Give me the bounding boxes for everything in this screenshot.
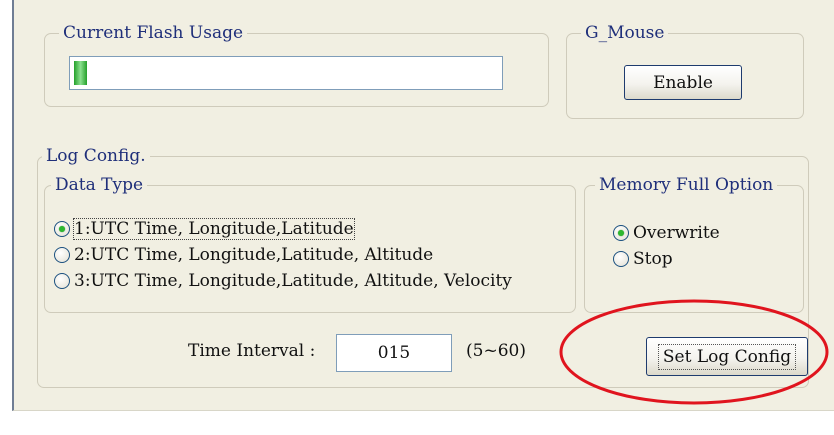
data-type-group: Data Type 1:UTC Time, Longitude,Latitude… [44, 172, 576, 313]
data-type-radio-3[interactable] [54, 273, 70, 289]
memory-option-stop[interactable]: Stop [613, 249, 673, 269]
data-type-option-1[interactable]: 1:UTC Time, Longitude,Latitude [54, 218, 355, 240]
enable-button[interactable]: Enable [624, 65, 742, 100]
flash-usage-title: Current Flash Usage [59, 20, 248, 46]
data-type-radio-1[interactable] [54, 221, 70, 237]
flash-usage-progress-fill [74, 61, 87, 85]
data-type-option-1-label: 1:UTC Time, Longitude,Latitude [73, 218, 355, 240]
data-type-option-3[interactable]: 3:UTC Time, Longitude,Latitude, Altitude… [54, 271, 512, 291]
data-type-title: Data Type [51, 172, 148, 198]
memory-full-title: Memory Full Option [595, 172, 778, 198]
data-type-option-2-label: 2:UTC Time, Longitude,Latitude, Altitude [74, 245, 434, 265]
g-mouse-title: G_Mouse [581, 20, 669, 46]
data-type-option-2[interactable]: 2:UTC Time, Longitude,Latitude, Altitude [54, 245, 433, 265]
flash-usage-progress-bar [69, 56, 503, 90]
memory-option-overwrite[interactable]: Overwrite [613, 223, 720, 243]
time-interval-input[interactable] [336, 334, 452, 372]
enable-button-label: Enable [653, 72, 713, 93]
set-log-config-button[interactable]: Set Log Config [646, 337, 808, 376]
g-mouse-group: G_Mouse Enable [566, 20, 804, 119]
memory-option-stop-label: Stop [633, 249, 673, 269]
time-interval-range: (5~60) [466, 341, 526, 361]
data-type-radio-2[interactable] [54, 247, 70, 263]
memory-option-overwrite-label: Overwrite [633, 223, 720, 243]
time-interval-label: Time Interval : [188, 341, 316, 361]
log-config-title: Log Config. [42, 143, 150, 169]
data-type-option-3-label: 3:UTC Time, Longitude,Latitude, Altitude… [74, 271, 512, 291]
log-config-group: Log Config. Data Type 1:UTC Time, Longit… [37, 143, 809, 388]
memory-full-group: Memory Full Option Overwrite Stop [584, 172, 804, 313]
memory-radio-stop[interactable] [613, 251, 629, 267]
flash-usage-group: Current Flash Usage [44, 20, 549, 107]
set-log-config-button-label: Set Log Config [657, 343, 797, 370]
gps-logger-panel: Current Flash Usage G_Mouse Enable Log C… [12, 0, 834, 411]
memory-radio-overwrite[interactable] [613, 225, 629, 241]
